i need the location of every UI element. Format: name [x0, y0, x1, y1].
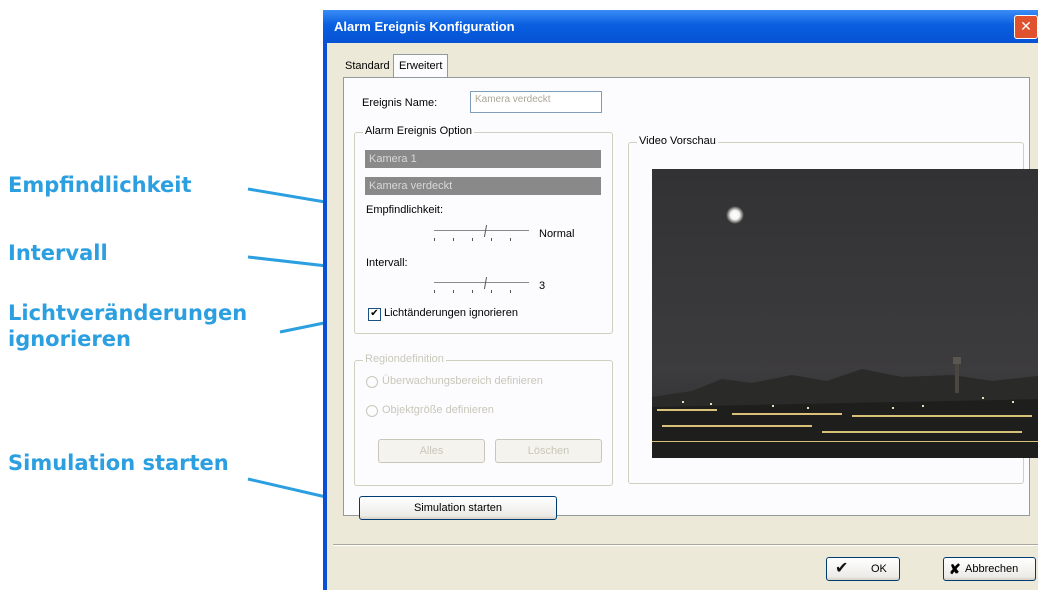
sensitivity-slider-thumb[interactable]: [476, 225, 488, 237]
ok-button-label: OK: [871, 563, 887, 575]
close-button[interactable]: ✕: [1014, 15, 1038, 39]
alarm-option-group: Alarm Ereignis Option Kamera 1 Kamera ve…: [354, 125, 613, 334]
ignore-light-checkbox[interactable]: ✔: [368, 308, 381, 321]
callout-lichtveraenderungen-line2: ignorieren: [8, 327, 131, 351]
region-all-button[interactable]: Alles: [378, 439, 485, 463]
moon-shape: [726, 206, 744, 224]
event-name-field[interactable]: Kamera verdeckt: [470, 91, 602, 113]
alarm-option-legend: Alarm Ereignis Option: [363, 125, 474, 137]
leader-intervall: [247, 255, 328, 268]
leader-lichtveraenderungen: [279, 320, 330, 334]
region-legend: Regiondefinition: [363, 353, 446, 365]
separator: [333, 544, 1038, 546]
camera-select[interactable]: Kamera 1: [365, 150, 601, 168]
simulation-start-button[interactable]: Simulation starten: [359, 496, 557, 520]
sensitivity-label: Empfindlichkeit:: [366, 204, 444, 216]
window-title: Alarm Ereignis Konfiguration: [334, 19, 515, 34]
ignore-light-label: Lichtänderungen ignorieren: [384, 307, 518, 319]
tab-panel: Ereignis Name: Kamera verdeckt Alarm Ere…: [343, 77, 1038, 520]
video-preview: [652, 169, 1038, 458]
region-option-size-radio[interactable]: [366, 405, 378, 417]
region-option-area-label: Überwachungsbereich definieren: [382, 375, 543, 387]
tab-standard[interactable]: Standard: [345, 60, 390, 72]
interval-slider-ticks: [434, 290, 529, 293]
dialog-window: Alarm Ereignis Konfiguration ✕ Standard …: [323, 10, 1038, 590]
event-name-label: Ereignis Name:: [362, 97, 438, 109]
region-option-size-label: Objektgröße definieren: [382, 404, 494, 416]
title-bar[interactable]: Alarm Ereignis Konfiguration ✕: [323, 10, 1038, 43]
interval-slider-thumb[interactable]: [476, 277, 488, 289]
interval-value: 3: [539, 280, 546, 292]
region-delete-button[interactable]: Löschen: [495, 439, 602, 463]
x-icon: ✘: [949, 561, 961, 577]
callout-intervall: Intervall: [8, 241, 108, 265]
checkmark-icon: ✔: [835, 560, 849, 577]
callout-lichtveraenderungen-line1: Lichtveränderungen: [8, 301, 248, 325]
leader-simulation: [247, 477, 327, 499]
interval-slider[interactable]: [434, 277, 529, 295]
night-city-image: [652, 169, 1038, 458]
interval-label: Intervall:: [366, 257, 408, 269]
cancel-button[interactable]: ✘ Abbrechen: [943, 557, 1036, 581]
sensitivity-slider[interactable]: [434, 225, 529, 243]
window-border: [323, 43, 327, 590]
tab-erweitert[interactable]: Erweitert: [393, 54, 449, 77]
callout-simulation: Simulation starten: [8, 451, 229, 475]
region-option-area-radio[interactable]: [366, 376, 378, 388]
event-type-select[interactable]: Kamera verdeckt: [365, 177, 601, 195]
ok-button[interactable]: ✔ OK: [826, 557, 900, 581]
callout-empfindlichkeit: Empfindlichkeit: [8, 173, 192, 197]
sensitivity-slider-ticks: [434, 238, 529, 241]
cancel-button-label: Abbrechen: [965, 563, 1019, 575]
video-preview-legend: Video Vorschau: [637, 135, 718, 147]
sensitivity-value: Normal: [539, 228, 575, 240]
region-group: Regiondefinition Überwachungsbereich def…: [354, 353, 613, 486]
